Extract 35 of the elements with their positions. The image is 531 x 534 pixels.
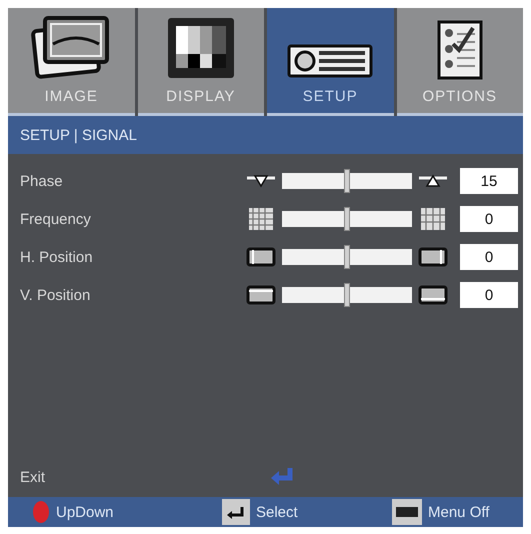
- horizontal-position-icon: [418, 247, 448, 267]
- photos-icon: [31, 14, 112, 80]
- value-field: 0: [460, 282, 518, 308]
- enter-key-icon: [222, 499, 250, 525]
- vertical-position-icon: [418, 285, 448, 305]
- frequency-icon: [420, 207, 446, 231]
- menu-tab[interactable]: IMAGE: [8, 8, 134, 116]
- phase-icon: [417, 172, 449, 190]
- slider-thumb[interactable]: [344, 169, 350, 193]
- value-field: 15: [460, 168, 518, 194]
- key-hint: Select: [256, 504, 298, 520]
- slider-thumb[interactable]: [344, 207, 350, 231]
- test-pattern-icon: [166, 16, 236, 80]
- checklist-icon: [436, 20, 483, 80]
- frequency-icon: [248, 207, 274, 231]
- slider-thumb[interactable]: [344, 283, 350, 307]
- setting-label: Phase: [20, 172, 64, 190]
- horizontal-position-icon: [246, 247, 276, 267]
- key-hint: Menu Off: [428, 504, 490, 520]
- value-field: 0: [460, 244, 518, 270]
- setting-label: Frequency: [20, 210, 92, 228]
- menu-tab[interactable]: DISPLAY: [138, 8, 264, 116]
- menu-tab[interactable]: SETUP: [267, 8, 394, 116]
- updown-key-icon: [32, 500, 50, 524]
- slider-thumb[interactable]: [344, 245, 350, 269]
- setting-label: V. Position: [20, 286, 92, 304]
- section-header: SETUP | SIGNAL: [8, 116, 523, 154]
- key-hint: UpDown: [56, 504, 114, 520]
- exit-label[interactable]: Exit: [20, 468, 46, 486]
- value-field: 0: [460, 206, 518, 232]
- projector-icon: [287, 44, 374, 80]
- menu-tab[interactable]: OPTIONS: [396, 8, 523, 116]
- setting-label: H. Position: [20, 248, 94, 266]
- vertical-position-icon: [246, 285, 276, 305]
- menu-key-icon: [392, 499, 422, 525]
